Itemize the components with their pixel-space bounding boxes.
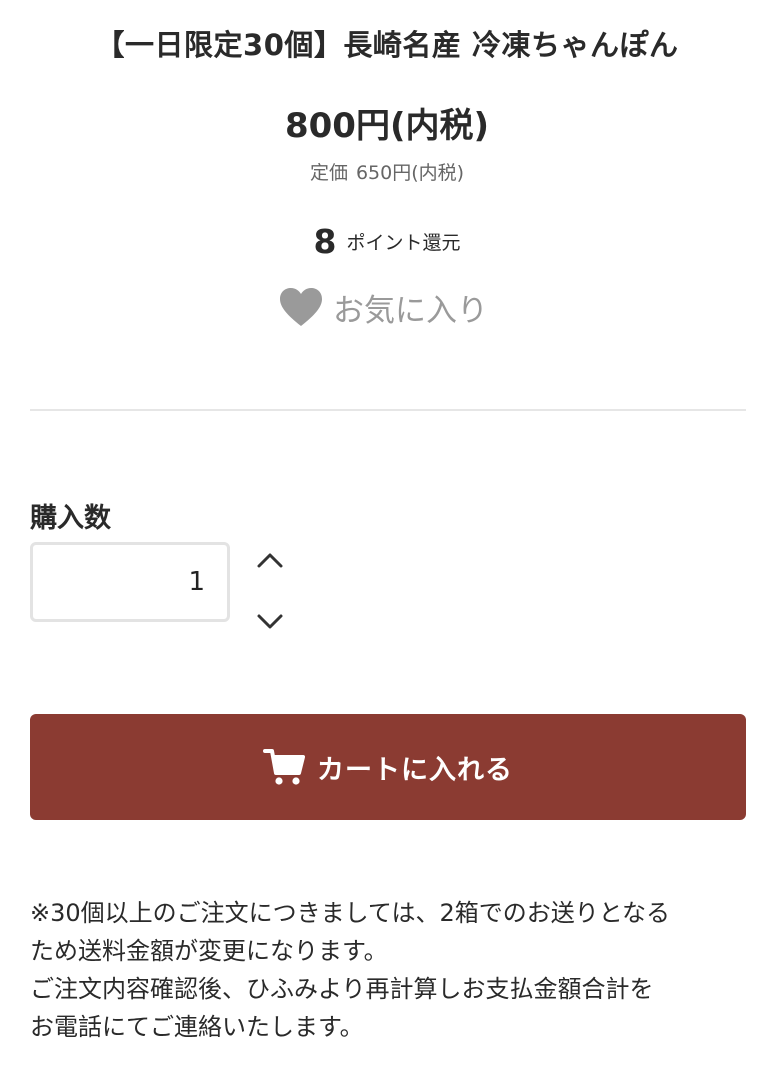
- cart-icon: [263, 747, 307, 787]
- quantity-label: 購入数: [30, 503, 111, 534]
- chevron-up-icon: [257, 553, 283, 568]
- list-price-label: 定価: [309, 162, 348, 184]
- add-to-cart-label: カートに入れる: [317, 754, 513, 786]
- notice-line: ※30個以上のご注文につきましては、2箱でのお送りとなる: [30, 899, 670, 927]
- list-price-value: 650円(内税): [355, 162, 465, 184]
- shipping-notice: ※30個以上のご注文につきましては、2箱でのお送りとなる ため送料金額が変更にな…: [30, 894, 750, 1046]
- quantity-input[interactable]: [30, 542, 230, 622]
- section-divider: [30, 409, 746, 411]
- notice-line: ため送料金額が変更になります。: [30, 937, 388, 965]
- product-title: 【一日限定30個】長崎名産 冷凍ちゃんぽん: [95, 28, 679, 62]
- points-value: 8: [313, 222, 337, 261]
- favorite-button[interactable]: お気に入り: [279, 282, 488, 332]
- points-reward: 8 ポイント還元: [0, 222, 774, 261]
- quantity-increment-button[interactable]: [250, 542, 290, 578]
- quantity-decrement-button[interactable]: [250, 604, 290, 640]
- product-price: 800円(内税): [284, 106, 490, 146]
- list-price: 定価 650円(内税): [0, 158, 774, 185]
- chevron-down-icon: [257, 614, 283, 629]
- favorite-label: お気に入り: [333, 292, 488, 329]
- notice-line: お電話にてご連絡いたします。: [30, 1013, 364, 1041]
- points-label: ポイント還元: [346, 232, 461, 254]
- notice-line: ご注文内容確認後、ひふみより再計算しお支払金額合計を: [30, 975, 654, 1003]
- add-to-cart-button[interactable]: カートに入れる: [30, 714, 746, 820]
- heart-icon: [279, 287, 323, 327]
